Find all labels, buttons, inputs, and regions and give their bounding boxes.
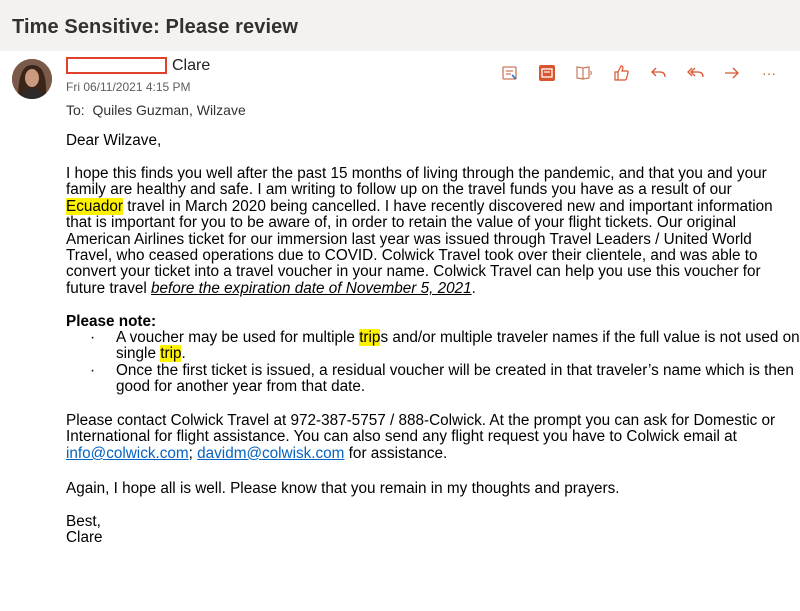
teams-icon[interactable] [537,63,557,83]
list-item: · A voucher may be used for multiple tri… [90,329,800,363]
like-icon[interactable] [611,63,631,83]
paragraph-contact: Please contact Colwick Travel at 972-387… [66,412,776,462]
forward-icon[interactable] [722,63,742,83]
reply-all-icon[interactable] [685,63,705,83]
email-link-info[interactable]: info@colwick.com [66,445,189,462]
paragraph-travel-funds: I hope this finds you well after the pas… [66,165,773,297]
greeting: Dear Wilzave, [66,132,162,149]
closing: Best, [66,513,101,530]
highlight-trip: trip [160,345,182,363]
recipient-line: To: Quiles Guzman, Wilzave [66,102,246,118]
note-heading: Please note: [66,313,157,330]
message-actions: ··· [0,63,800,83]
subject-bar: Time Sensitive: Please review [0,0,800,51]
email-link-davidm[interactable]: davidm@colwisk.com [197,445,344,462]
paragraph-closing-wish: Again, I hope all is well. Please know t… [66,480,620,497]
to-label: To: [66,102,85,118]
signature: Clare [66,529,103,546]
highlight-trip: trip [359,329,381,346]
bullet-marker: · [90,329,96,346]
immersive-reader-icon[interactable] [574,63,594,83]
sensitivity-icon[interactable] [500,63,520,83]
more-icon[interactable]: ··· [759,63,779,83]
highlight-ecuador: Ecuador [66,197,123,215]
reply-icon[interactable] [648,63,668,83]
bullet-marker: · [90,362,96,379]
list-item: · Once the first ticket is issued, a res… [90,362,794,396]
email-subject: Time Sensitive: Please review [12,16,299,38]
recipient-name[interactable]: Quiles Guzman, Wilzave [92,102,245,118]
expiration-date: before the expiration date of November 5… [151,279,472,297]
